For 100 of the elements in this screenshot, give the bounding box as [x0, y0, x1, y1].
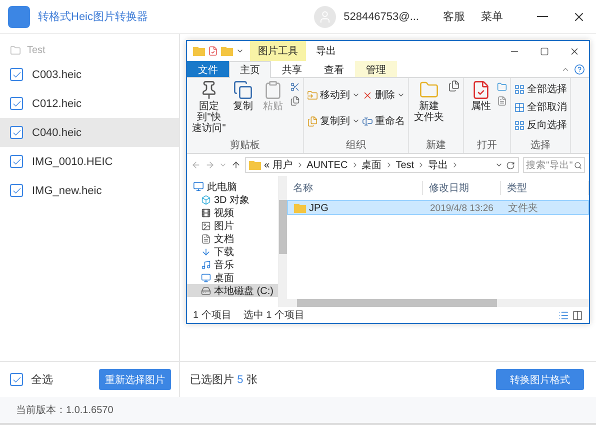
- selected-count-text: 已选图片 5 张: [190, 373, 258, 387]
- folder-icon: [419, 80, 439, 100]
- group-label: 打开: [476, 140, 498, 153]
- document-icon: [201, 234, 211, 244]
- nav-item[interactable]: 本地磁盘 (C:): [187, 284, 278, 297]
- minimize-icon[interactable]: [537, 16, 548, 18]
- nav-item[interactable]: 下载: [187, 245, 278, 258]
- checkbox[interactable]: [10, 155, 23, 168]
- ribbon-tab[interactable]: 管理: [355, 61, 397, 77]
- rename-icon: [362, 116, 373, 126]
- folder-icon: [193, 46, 205, 56]
- column-header[interactable]: 类型: [501, 181, 589, 195]
- check-icon: [12, 374, 22, 384]
- cube-icon: [201, 194, 211, 204]
- breadcrumb[interactable]: 桌面: [362, 158, 382, 172]
- close-icon: [568, 46, 580, 56]
- computer-icon: [193, 181, 204, 192]
- folder-icon: [10, 44, 21, 56]
- ribbon-tab[interactable]: 查看: [313, 61, 355, 77]
- header-link[interactable]: 菜单: [481, 9, 503, 24]
- ribbon-button[interactable]: 复制: [230, 80, 256, 140]
- check-icon: [12, 70, 22, 80]
- app-logo: [8, 6, 30, 28]
- nav-item[interactable]: 3D 对象: [187, 193, 278, 206]
- file-item[interactable]: C040.heic: [0, 118, 179, 147]
- caret-icon: [352, 117, 360, 125]
- checkbox[interactable]: [10, 97, 23, 110]
- breadcrumb[interactable]: 用户: [272, 158, 293, 172]
- group-label: 新建: [425, 140, 447, 153]
- group-label: 剪贴板: [229, 140, 261, 153]
- checkbox[interactable]: [10, 126, 23, 139]
- file-item[interactable]: IMG_new.heic: [0, 176, 179, 205]
- refresh-icon: [506, 160, 515, 170]
- move-to-icon: [307, 90, 318, 100]
- ribbon-tab[interactable]: 共享: [271, 61, 313, 77]
- up-icon: [231, 160, 241, 170]
- ribbon-button[interactable]: 全部选择: [514, 82, 567, 96]
- ribbon-tab[interactable]: 文件: [187, 61, 229, 77]
- folder-icon: [294, 203, 306, 213]
- scrollbar-thumb[interactable]: [297, 299, 497, 307]
- check-icon: [12, 186, 22, 196]
- address-bar[interactable]: « 用户 AUNTEC 桌面 Test 导出: [245, 157, 519, 173]
- nav-item[interactable]: 视频: [187, 206, 278, 219]
- scissors-icon: [290, 82, 300, 92]
- version-text: 当前版本：1.0.1.6570: [16, 404, 114, 417]
- ribbon-tab[interactable]: 主页: [229, 61, 271, 78]
- ribbon-button[interactable]: 属性: [467, 80, 495, 140]
- file-type: 文件夹: [507, 202, 539, 215]
- nav-item[interactable]: 此电脑: [187, 180, 278, 193]
- modified-date: 2019/4/8 13:26: [429, 202, 494, 214]
- search-field[interactable]: 搜索"导出": [523, 157, 585, 173]
- check-icon: [12, 128, 22, 138]
- select-all-label: 全选: [31, 373, 53, 387]
- ribbon-button[interactable]: 移动到: [307, 88, 360, 102]
- help-icon: [574, 64, 585, 74]
- breadcrumb[interactable]: Test: [396, 160, 414, 170]
- caret-icon: [219, 161, 227, 169]
- checkbox[interactable]: [10, 184, 23, 197]
- ribbon-button[interactable]: 新建 文件夹: [412, 80, 446, 140]
- breadcrumb[interactable]: AUNTEC: [306, 160, 348, 170]
- ribbon-button[interactable]: 反向选择: [514, 118, 567, 132]
- nav-item[interactable]: 音乐: [187, 258, 278, 271]
- nav-item[interactable]: 文档: [187, 232, 278, 245]
- window-title: 导出: [315, 44, 337, 59]
- scrollbar-thumb[interactable]: [279, 200, 287, 254]
- clipboard-icon: [263, 80, 283, 100]
- header-link[interactable]: 客服: [443, 9, 465, 24]
- film-icon: [201, 208, 211, 218]
- properties-icon: [471, 80, 491, 100]
- nav-item[interactable]: 桌面: [187, 271, 278, 284]
- checkbox[interactable]: [10, 373, 23, 386]
- back-icon: [191, 160, 201, 170]
- app-title: 转格式Heic图片转换器: [38, 10, 150, 24]
- copy-icon: [233, 80, 253, 100]
- search-icon: [574, 160, 582, 170]
- music-icon: [201, 260, 211, 270]
- ribbon-button[interactable]: 复制到: [307, 114, 360, 128]
- ribbon-button[interactable]: 删除: [362, 88, 405, 102]
- path-overflow[interactable]: «: [264, 160, 270, 170]
- breadcrumb[interactable]: 导出: [428, 158, 448, 172]
- file-name: JPG: [309, 202, 328, 214]
- caret-icon: [236, 47, 244, 55]
- file-item[interactable]: IMG_0010.HEIC: [0, 147, 179, 176]
- checkbox[interactable]: [10, 68, 23, 81]
- convert-button[interactable]: 转换图片格式: [496, 369, 584, 390]
- select-all-icon: [514, 120, 525, 130]
- column-header[interactable]: 修改日期: [423, 181, 501, 195]
- ribbon-button[interactable]: 重命名: [362, 114, 405, 128]
- file-item[interactable]: C012.heic: [0, 89, 179, 118]
- file-row[interactable]: JPG 2019/4/8 13:26 文件夹: [287, 200, 589, 215]
- column-header[interactable]: 名称: [287, 181, 423, 195]
- nav-item[interactable]: 图片: [187, 219, 278, 232]
- properties-icon: [208, 46, 218, 56]
- check-icon: [12, 156, 22, 166]
- preview-view-icon: [572, 310, 583, 320]
- ribbon-button[interactable]: 固定到"快 速访问": [190, 80, 228, 140]
- ribbon-button[interactable]: 全部取消: [514, 100, 567, 114]
- file-item[interactable]: C003.heic: [0, 60, 179, 89]
- user-icon: [318, 10, 332, 24]
- reselect-button[interactable]: 重新选择图片: [99, 369, 171, 390]
